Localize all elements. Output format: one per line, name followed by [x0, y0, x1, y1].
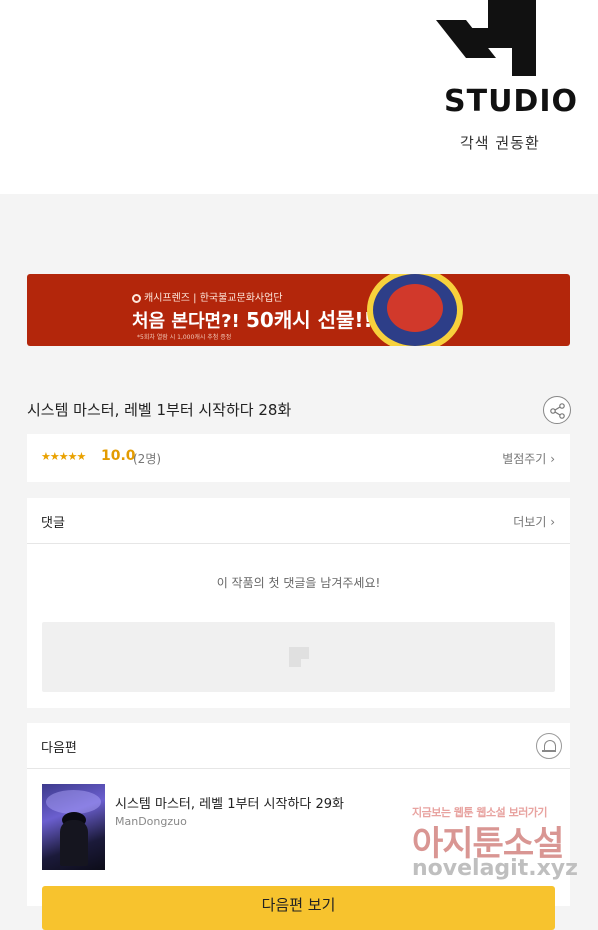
comment-input-box[interactable] [42, 622, 555, 692]
share-button[interactable] [543, 396, 571, 424]
banner-brand-line: 캐시프렌즈 | 한국불교문화사업단 [132, 289, 283, 304]
episode-title: 시스템 마스터, 레벨 1부터 시작하다 28화 [27, 401, 292, 419]
next-episode-author: ManDongzuo [115, 815, 187, 828]
rating-stars-icon: ★★★★★ [41, 450, 86, 463]
comment-placeholder-icon [289, 647, 309, 667]
comments-header: 댓글 더보기 › [27, 498, 570, 544]
banner-fine-print: *5회차 열람 시 1,000캐시 추첨 증정 [137, 334, 232, 341]
comments-more-link[interactable]: 더보기 › [513, 513, 555, 530]
studio-header: STUDIO 각색 권동환 [0, 0, 598, 194]
studio-name: STUDIO [444, 84, 578, 119]
share-icon [550, 403, 565, 419]
comments-title: 댓글 [41, 516, 65, 531]
banner-headline: 처음 본다면?! 50캐시 선물!! [132, 308, 373, 332]
next-episode-thumbnail[interactable] [42, 784, 105, 870]
rating-count: (2명) [133, 452, 162, 466]
chevron-right-icon: › [550, 452, 555, 466]
rating-card: ★★★★★ 10.0 (2명) 별점주기 › [27, 434, 570, 482]
next-episode-header: 다음편 [27, 723, 570, 769]
rate-button[interactable]: 별점주기 › [502, 450, 555, 467]
adaptation-credit: 각색 권동환 [460, 134, 540, 152]
bell-icon[interactable] [536, 733, 562, 759]
rating-score: 10.0 [101, 448, 136, 464]
cash-friends-logo-icon [132, 293, 141, 303]
promo-banner[interactable]: 캐시프렌즈 | 한국불교문화사업단 처음 본다면?! 50캐시 선물!! *5회… [27, 274, 570, 346]
comments-section: 댓글 더보기 › 이 작품의 첫 댓글을 남겨주세요! [27, 498, 570, 708]
comments-empty-message: 이 작품의 첫 댓글을 남겨주세요! [216, 576, 381, 590]
chevron-right-icon: › [550, 515, 555, 529]
next-episode-button[interactable]: 다음편 보기 [42, 886, 555, 930]
next-episode-section: 다음편 시스템 마스터, 레벨 1부터 시작하다 29화 ManDongzuo … [27, 723, 570, 930]
next-episode-name[interactable]: 시스템 마스터, 레벨 1부터 시작하다 29화 [115, 793, 344, 812]
next-episode-title: 다음편 [41, 741, 77, 756]
